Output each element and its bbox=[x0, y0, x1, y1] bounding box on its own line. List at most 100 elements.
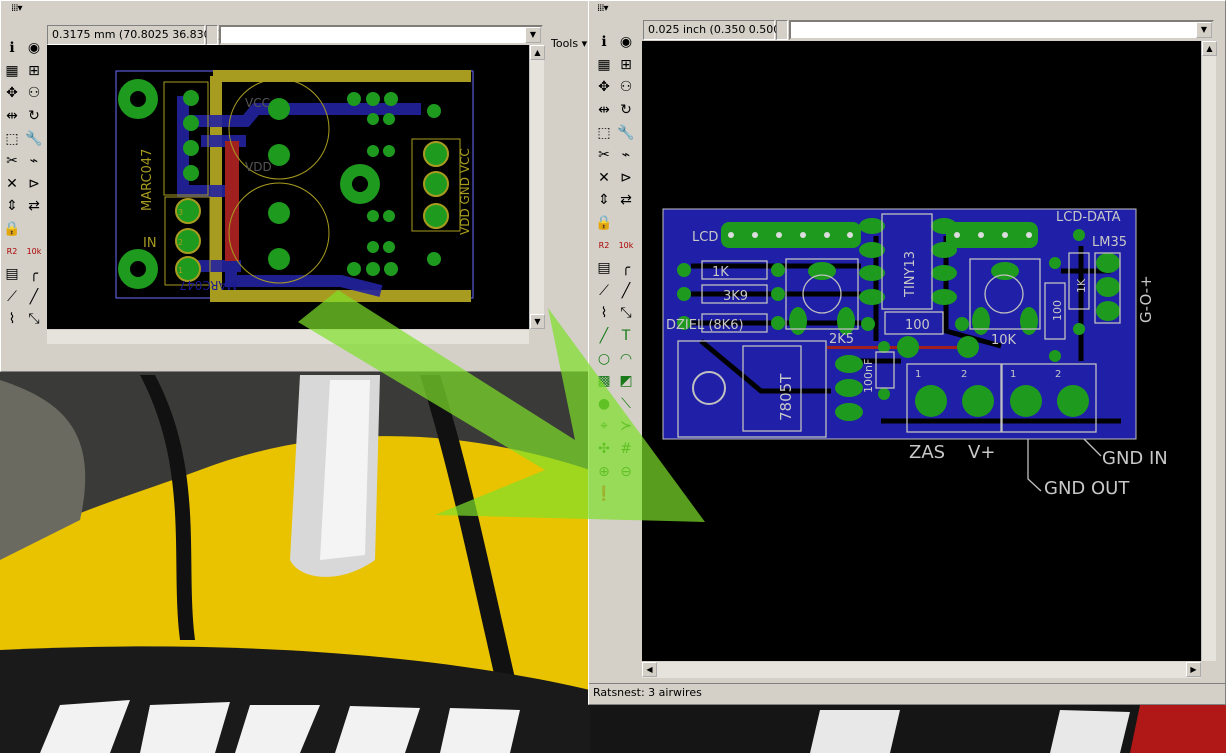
pin-label: 2 bbox=[961, 369, 967, 380]
autorouter-icon[interactable]: # bbox=[620, 442, 632, 456]
lock-icon[interactable]: 🔒 bbox=[3, 222, 20, 236]
tools-menu-button[interactable]: Tools ▾ bbox=[551, 37, 587, 50]
label-g-o-plus: G-O-+ bbox=[1137, 275, 1155, 323]
move-icon[interactable]: ✥ bbox=[6, 86, 18, 100]
scroll-right-button[interactable]: ▶ bbox=[1186, 662, 1201, 677]
group-icon[interactable]: ⬚ bbox=[597, 126, 610, 140]
eye-icon[interactable]: ◉ bbox=[620, 35, 632, 49]
grid-icon[interactable]: ⊞ bbox=[620, 58, 632, 72]
grid-unit-box bbox=[776, 20, 788, 40]
value-icon[interactable]: 10k bbox=[27, 247, 42, 256]
move-icon[interactable]: ✥ bbox=[598, 80, 610, 94]
left-editor-window: ⁞⁞⁞▾ 0.3175 mm (70.8025 36.8300) ▼ Tools… bbox=[0, 0, 590, 372]
replace-icon[interactable]: ⇕ bbox=[598, 193, 610, 207]
erc-icon[interactable]: ⊖ bbox=[620, 465, 632, 479]
arc-icon[interactable]: ◠ bbox=[620, 352, 632, 366]
cut-icon[interactable]: ✂ bbox=[598, 148, 610, 162]
signal-icon[interactable]: ⟍ bbox=[621, 397, 631, 411]
scroll-up-button[interactable]: ▲ bbox=[1202, 41, 1217, 56]
label-lcd-data: LCD-DATA bbox=[1056, 210, 1121, 225]
terminal-pin-3: 3 bbox=[178, 208, 183, 217]
left-horizontal-scrollbar[interactable] bbox=[47, 330, 529, 344]
command-history-dropdown[interactable]: ▼ bbox=[525, 27, 541, 43]
airwire-trace bbox=[225, 141, 239, 261]
info-icon[interactable]: ℹ bbox=[601, 35, 606, 49]
scroll-down-button[interactable]: ▼ bbox=[530, 314, 545, 329]
smash-icon[interactable]: ▤ bbox=[5, 267, 18, 281]
cut-icon[interactable]: ✂ bbox=[6, 154, 18, 168]
swap-icon[interactable]: ⇄ bbox=[620, 193, 632, 207]
miter-icon[interactable]: ╭ bbox=[622, 261, 630, 275]
drc-icon[interactable]: ⊕ bbox=[598, 465, 610, 479]
label-zas: ZAS bbox=[909, 442, 945, 463]
errors-icon[interactable]: ❗ bbox=[595, 487, 612, 501]
board-canvas-right[interactable]: LCD LCD-DATA LM35 1K 3K9 DZIEL (8K6) 2K5… bbox=[642, 41, 1201, 661]
label-lm35: LM35 bbox=[1092, 235, 1127, 250]
command-line-input[interactable]: ▼ bbox=[789, 20, 1214, 40]
via-icon[interactable]: ● bbox=[598, 397, 610, 411]
hole-icon[interactable]: ⌖ bbox=[600, 419, 608, 433]
delete-icon[interactable]: ✕ bbox=[598, 171, 610, 185]
terminal-pin-2: 2 bbox=[178, 238, 183, 247]
ripup-icon[interactable]: ⤡ bbox=[28, 312, 39, 326]
add-part-icon[interactable]: ⊳ bbox=[620, 171, 632, 185]
command-line-input[interactable]: ▼ bbox=[219, 25, 543, 45]
mirror-icon[interactable]: ⇹ bbox=[598, 103, 610, 117]
name-icon[interactable]: R2 bbox=[7, 247, 18, 256]
rect-icon[interactable]: ▩ bbox=[597, 374, 610, 388]
optimize-icon[interactable]: ⌇ bbox=[601, 306, 608, 320]
rotate-icon[interactable]: ↻ bbox=[620, 103, 632, 117]
route-icon[interactable]: ╱ bbox=[622, 284, 630, 298]
split-icon[interactable]: ⟋ bbox=[599, 284, 609, 298]
attribute-icon[interactable]: ≻ bbox=[620, 419, 632, 433]
layers-icon[interactable]: ▦ bbox=[5, 64, 18, 78]
delete-icon[interactable]: ✕ bbox=[6, 177, 18, 191]
polygon-icon[interactable]: ◩ bbox=[619, 374, 632, 388]
copy-icon[interactable]: ⚇ bbox=[28, 86, 41, 100]
command-history-dropdown[interactable]: ▼ bbox=[1196, 22, 1212, 38]
eye-icon[interactable]: ◉ bbox=[28, 41, 40, 55]
toolbar-grip-icon[interactable]: ⁞⁞⁞▾ bbox=[11, 3, 41, 17]
lock-icon[interactable]: 🔒 bbox=[595, 216, 612, 230]
wire-icon[interactable]: ╱ bbox=[600, 329, 608, 343]
miter-icon[interactable]: ╭ bbox=[30, 267, 38, 281]
swap-icon[interactable]: ⇄ bbox=[28, 199, 40, 213]
group-icon[interactable]: ⬚ bbox=[5, 132, 18, 146]
ratsnest-icon[interactable]: ✣ bbox=[598, 442, 610, 456]
scroll-left-button[interactable]: ◀ bbox=[642, 662, 657, 677]
add-part-icon[interactable]: ⊳ bbox=[28, 177, 40, 191]
label-vcc: VCC bbox=[245, 96, 270, 110]
label-7805t: 7805T bbox=[777, 373, 795, 421]
tools-label: Tools bbox=[551, 37, 579, 50]
smash-icon[interactable]: ▤ bbox=[597, 261, 610, 275]
text-icon[interactable]: T bbox=[622, 329, 631, 343]
right-pcb-drawing: LCD LCD-DATA LM35 1K 3K9 DZIEL (8K6) 2K5… bbox=[662, 208, 1168, 499]
name-icon[interactable]: R2 bbox=[599, 241, 610, 250]
optimize-icon[interactable]: ⌇ bbox=[9, 312, 16, 326]
value-icon[interactable]: 10k bbox=[619, 241, 634, 250]
right-horizontal-scrollbar[interactable]: ◀ ▶ bbox=[642, 662, 1201, 678]
copy-icon[interactable]: ⚇ bbox=[620, 80, 633, 94]
split-icon[interactable]: ⟋ bbox=[7, 290, 17, 304]
wrench-icon[interactable]: 🔧 bbox=[617, 126, 634, 140]
replace-icon[interactable]: ⇕ bbox=[6, 199, 18, 213]
circle-icon[interactable]: ○ bbox=[598, 352, 610, 366]
info-icon[interactable]: ℹ bbox=[9, 41, 14, 55]
rotate-icon[interactable]: ↻ bbox=[28, 109, 40, 123]
right-vertical-scrollbar[interactable]: ▲ bbox=[1201, 41, 1217, 661]
mirror-icon[interactable]: ⇹ bbox=[6, 109, 18, 123]
label-3k9: 3K9 bbox=[723, 289, 748, 304]
route-icon[interactable]: ╱ bbox=[30, 290, 38, 304]
layers-icon[interactable]: ▦ bbox=[597, 58, 610, 72]
paste-icon[interactable]: ⌁ bbox=[30, 154, 38, 168]
board-canvas-left[interactable]: MARC047 IN VCC VDD VDD GND VCC MARC047 1… bbox=[47, 45, 529, 329]
label-lcd: LCD bbox=[692, 230, 718, 245]
ripup-icon[interactable]: ⤡ bbox=[620, 306, 631, 320]
wrench-icon[interactable]: 🔧 bbox=[25, 132, 42, 146]
scroll-up-button[interactable]: ▲ bbox=[530, 45, 545, 60]
toolbar-grip-icon[interactable]: ⁞⁞⁞▾ bbox=[597, 3, 627, 17]
label-vdd: VDD bbox=[245, 160, 272, 174]
left-vertical-scrollbar[interactable]: ▲ ▼ bbox=[529, 45, 545, 329]
paste-icon[interactable]: ⌁ bbox=[622, 148, 630, 162]
grid-icon[interactable]: ⊞ bbox=[28, 64, 40, 78]
